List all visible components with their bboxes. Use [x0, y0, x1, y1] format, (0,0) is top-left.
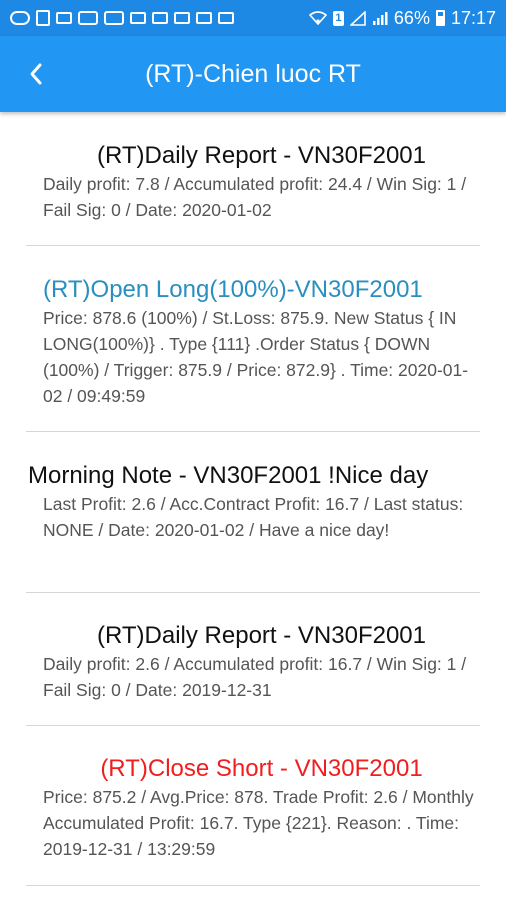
status-bar: 1 66% 17:17	[0, 0, 506, 36]
chat-icon	[196, 12, 212, 24]
item-title: (RT)Close Short - VN30F2001	[100, 755, 423, 782]
phone-icon	[36, 10, 50, 26]
chat-icon	[152, 12, 168, 24]
item-title: (RT)Daily Report - VN30F2001	[96, 622, 426, 649]
voice-icon	[78, 11, 98, 25]
system-status: 1 66% 17:17	[308, 7, 496, 29]
list-item[interactable]: Morning Note - VN30F2001 !Nice day Last …	[26, 432, 480, 593]
item-title: (RT)Daily Report - VN30F2001	[96, 142, 426, 169]
clock: 17:17	[450, 7, 496, 28]
list-item[interactable]: (RT)Open Long(100%)-VN30F2001 Price: 878…	[26, 246, 480, 432]
item-body: Daily profit: 7.8 / Accumulated profit: …	[43, 174, 467, 220]
battery-percent: 66%	[393, 7, 430, 28]
chat-icon	[218, 12, 234, 24]
signal-strength-icon	[372, 11, 388, 25]
mail-icon	[104, 11, 124, 25]
page-title: (RT)-Chien luoc RT	[145, 59, 361, 88]
list-item[interactable]: (RT)Close Short - VN30F2001 Price: 875.2…	[26, 726, 480, 886]
notification-icons	[10, 10, 309, 26]
item-body: Price: 875.2 / Avg.Price: 878. Trade Pro…	[43, 787, 474, 859]
messenger-icon	[10, 11, 30, 25]
item-body: Last Profit: 2.6 / Acc.Contract Profit: …	[43, 494, 464, 540]
chat-icon	[174, 12, 190, 24]
sim-card-icon: 1	[332, 10, 344, 26]
app-bar: (RT)-Chien luoc RT	[0, 36, 506, 112]
signal-icon	[349, 10, 366, 26]
item-title: Morning Note - VN30F2001 !Nice day	[28, 462, 429, 489]
list-item[interactable]: (RT)Daily Report - VN30F2001 Daily profi…	[26, 593, 480, 726]
item-body: Price: 878.6 (100%) / St.Loss: 875.9. Ne…	[43, 308, 469, 406]
arrow-left-icon	[30, 63, 42, 85]
back-button[interactable]	[18, 54, 54, 94]
battery-icon	[435, 10, 445, 26]
notification-list[interactable]: (RT)Daily Report - VN30F2001 Daily profi…	[0, 112, 506, 886]
item-title: (RT)Open Long(100%)-VN30F2001	[43, 276, 423, 303]
list-item[interactable]: (RT)Daily Report - VN30F2001 Daily profi…	[26, 112, 480, 246]
calendar-icon	[56, 12, 72, 24]
wifi-icon	[308, 11, 327, 25]
chat-icon	[130, 12, 146, 24]
item-body: Daily profit: 2.6 / Accumulated profit: …	[43, 654, 467, 700]
